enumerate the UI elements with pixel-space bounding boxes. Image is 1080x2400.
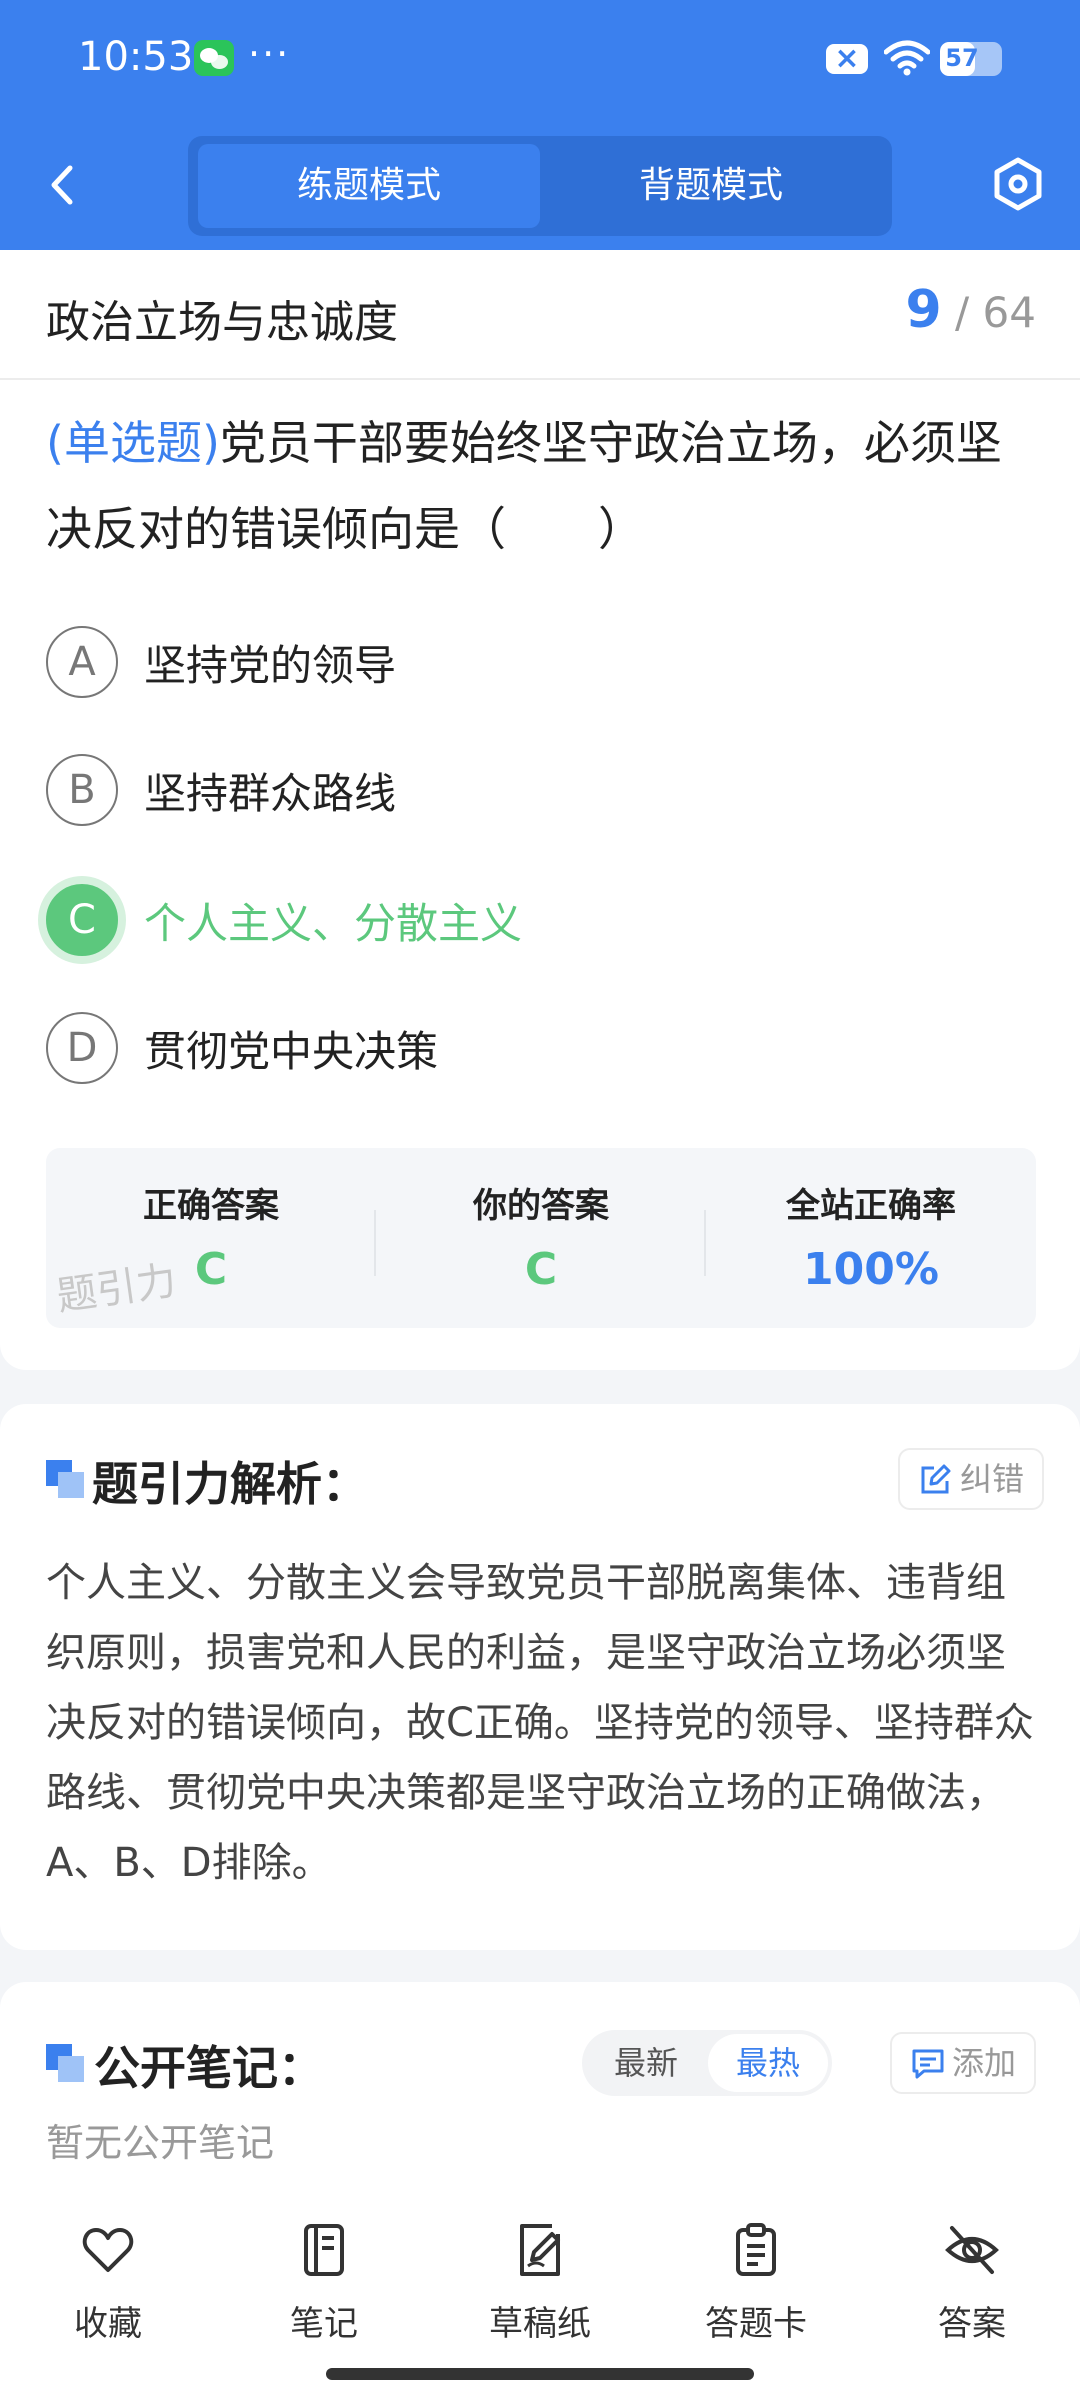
notes-title: 公开笔记： <box>94 2041 324 2095</box>
chapter-title: 政治立场与忠诚度 <box>46 297 398 348</box>
analysis-card: 题引力解析： 纠错 个人主义、分散主义会导致党员干部脱离集体、违背组织原则，损害… <box>0 1404 1080 1950</box>
add-note-button[interactable]: 添加 <box>890 2032 1037 2094</box>
draft-paper-label: 草稿纸 <box>489 2304 591 2344</box>
report-error-label: 纠错 <box>960 1460 1025 1498</box>
option-text: 个人主义、分散主义 <box>144 899 523 948</box>
sort-hot-button[interactable]: 最热 <box>708 2034 828 2092</box>
status-bar: 10:53 ··· × 57 <box>0 0 1080 120</box>
mode-switch: 练题模式 背题模式 <box>188 136 892 236</box>
option-letter: D <box>46 1012 118 1084</box>
analysis-title: 题引力解析： <box>92 1457 368 1511</box>
correct-answer-label: 正确答案 <box>143 1186 279 1226</box>
question-card: 政治立场与忠诚度 9 / 64 (单选题)党员干部要始终坚守政治立场，必须坚决反… <box>0 250 1080 1370</box>
divider <box>0 378 1080 380</box>
notes-sort-switch: 最新 最热 <box>582 2030 832 2096</box>
battery-icon: 57 <box>940 42 1002 76</box>
total-questions: / 64 <box>955 288 1036 337</box>
notebook-icon <box>304 2224 344 2276</box>
option-letter: B <box>46 754 118 826</box>
report-error-button[interactable]: 纠错 <box>898 1448 1045 1510</box>
accuracy-value: 100% <box>803 1244 939 1295</box>
option-c[interactable]: C 个人主义、分散主义 <box>46 880 1036 960</box>
accuracy-stat: 全站正确率 100% <box>706 1148 1036 1328</box>
your-answer-label: 你的答案 <box>473 1186 609 1226</box>
clipboard-icon <box>736 2223 776 2276</box>
battery-level: 57 <box>945 44 979 72</box>
back-arrow-icon[interactable] <box>42 160 82 210</box>
your-answer-stat: 你的答案 C <box>376 1148 706 1328</box>
wifi-icon <box>884 40 930 76</box>
analysis-text: 个人主义、分散主义会导致党员干部脱离集体、违背组织原则，损害党和人民的利益，是坚… <box>46 1560 1034 1886</box>
heart-icon <box>82 2228 134 2272</box>
option-a[interactable]: A 坚持党的领导 <box>46 622 1036 702</box>
tab-practice-mode[interactable]: 练题模式 <box>198 144 540 228</box>
answer-stats: 正确答案 C 你的答案 C 全站正确率 100% <box>46 1148 1036 1328</box>
answer-sheet-label: 答题卡 <box>705 2304 807 2344</box>
option-text: 坚持党的领导 <box>144 641 397 690</box>
eye-off-icon <box>945 2226 999 2274</box>
favorite-label: 收藏 <box>74 2304 142 2344</box>
notification-x-icon: × <box>826 41 868 76</box>
section-square-icon <box>46 1460 84 1498</box>
edit-icon <box>921 1464 951 1494</box>
answer-sheet-button[interactable]: 答题卡 <box>648 2210 864 2360</box>
option-b[interactable]: B 坚持群众路线 <box>46 750 1036 830</box>
accuracy-label: 全站正确率 <box>786 1186 956 1226</box>
show-answer-label: 答案 <box>938 2304 1006 2344</box>
option-text: 贯彻党中央决策 <box>144 1027 439 1076</box>
show-answer-button[interactable]: 答案 <box>864 2210 1080 2360</box>
comment-icon <box>912 2049 944 2079</box>
notes-empty-text: 暂无公开笔记 <box>46 2121 275 2165</box>
notes-label: 笔记 <box>290 2304 358 2344</box>
draft-paper-button[interactable]: 草稿纸 <box>432 2210 648 2360</box>
your-answer-value: C <box>524 1244 558 1295</box>
option-letter: C <box>46 884 118 956</box>
section-square-icon <box>46 2044 84 2082</box>
question-stem: (单选题)党员干部要始终坚守政治立场，必须坚决反对的错误倾向是（ ） <box>46 400 1036 572</box>
settings-hexagon-icon[interactable] <box>990 156 1046 212</box>
current-question-number: 9 <box>905 280 942 340</box>
home-indicator[interactable] <box>326 2368 754 2380</box>
more-notifications-icon: ··· <box>248 32 291 76</box>
option-text: 坚持群众路线 <box>144 769 397 818</box>
status-time: 10:53 <box>78 34 194 80</box>
favorite-button[interactable]: 收藏 <box>0 2210 216 2360</box>
question-progress: 9 / 64 <box>906 280 1037 340</box>
sort-latest-button[interactable]: 最新 <box>586 2034 706 2092</box>
option-d[interactable]: D 贯彻党中央决策 <box>46 1008 1036 1088</box>
add-note-label: 添加 <box>952 2044 1017 2082</box>
tab-memorize-mode[interactable]: 背题模式 <box>540 144 882 228</box>
option-letter: A <box>46 626 118 698</box>
question-type: (单选题) <box>46 416 220 470</box>
draft-icon <box>520 2224 560 2276</box>
header: 10:53 ··· × 57 练题模式 背题模式 <box>0 0 1080 250</box>
notes-button[interactable]: 笔记 <box>216 2210 432 2360</box>
nav-bar: 练题模式 背题模式 <box>0 130 1080 240</box>
wechat-icon <box>194 40 234 76</box>
